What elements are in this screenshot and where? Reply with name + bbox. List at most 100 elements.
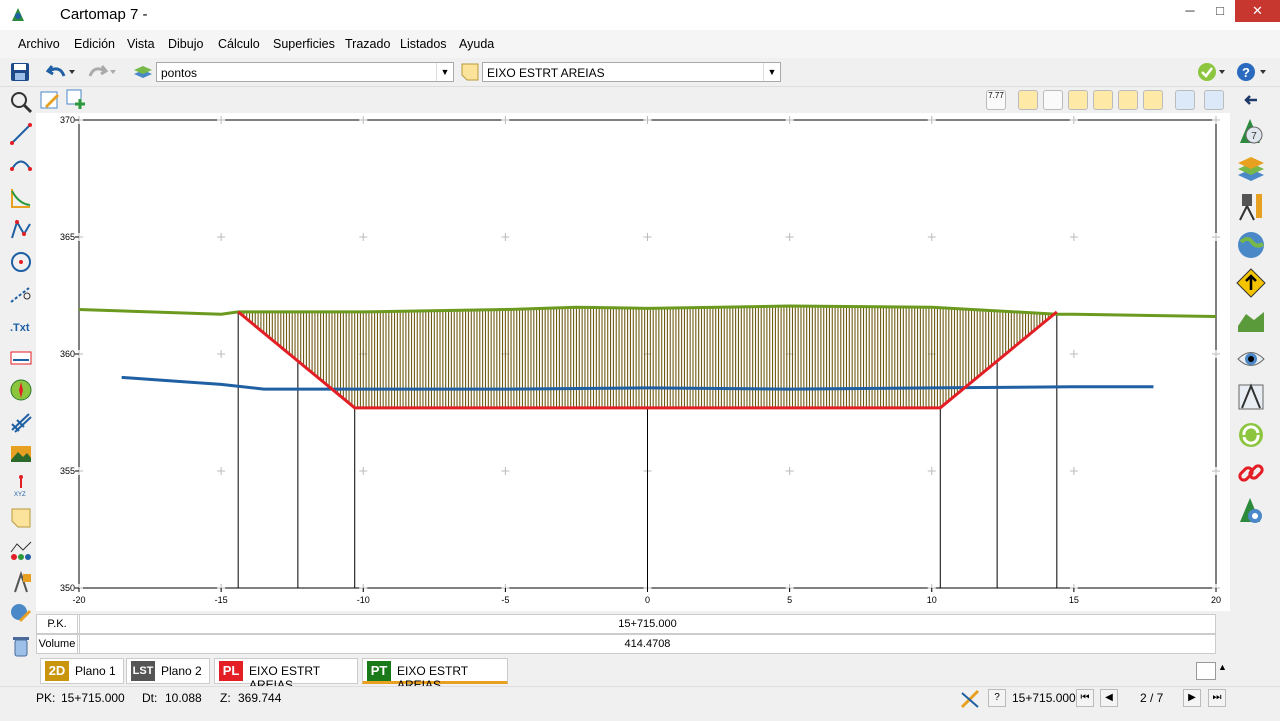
prev-page-icon[interactable]: ◀	[1100, 689, 1118, 707]
snap-end-icon[interactable]	[1068, 90, 1088, 110]
window-restore-icon[interactable]	[1196, 662, 1216, 680]
chart-canvas[interactable]: -20 -15 -10 -5 0 5 10 15 20 370 365 360 355 350	[36, 113, 1230, 611]
menu-superficies[interactable]: Superficies	[273, 37, 335, 51]
snap-percent-icon[interactable]	[1143, 90, 1163, 110]
layers-stack-icon[interactable]	[1236, 155, 1266, 185]
menu-calculo[interactable]: Cálculo	[218, 37, 260, 51]
grid-cross	[1069, 350, 1078, 358]
x-tick-label: 20	[1211, 595, 1221, 605]
close-button[interactable]: ✕	[1235, 0, 1280, 22]
last-page-icon[interactable]: ⏭	[1208, 689, 1226, 707]
refresh-icon[interactable]	[1236, 420, 1266, 450]
menu-ayuda[interactable]: Ayuda	[459, 37, 494, 51]
survey-tool-icon[interactable]	[9, 570, 33, 594]
save-icon[interactable]	[10, 62, 30, 82]
status-z-label: Z:	[220, 691, 231, 705]
minimize-button[interactable]: ─	[1175, 0, 1205, 22]
menu-listados[interactable]: Listados	[400, 37, 447, 51]
next-page-icon[interactable]: ▶	[1183, 689, 1201, 707]
snap-intersection-icon[interactable]	[1093, 90, 1113, 110]
grid-tool-icon[interactable]	[9, 410, 33, 434]
snap-midpoint-icon[interactable]	[1118, 90, 1138, 110]
settings-gear-icon[interactable]	[1236, 496, 1266, 526]
drafting-icon[interactable]	[1236, 382, 1266, 412]
add-section-icon[interactable]	[66, 89, 88, 111]
snap-point-icon[interactable]	[1018, 90, 1038, 110]
alignment-select[interactable]: EIXO ESTRT AREIAS ▼	[482, 62, 781, 82]
grid-cross	[927, 233, 936, 241]
y-tick-label: 350	[60, 583, 75, 593]
snap-node-icon[interactable]	[1043, 90, 1063, 110]
page-indicator: 2 / 7	[1140, 691, 1164, 705]
menu-trazado[interactable]: Trazado	[345, 37, 390, 51]
total-station-icon[interactable]	[1236, 192, 1266, 222]
maximize-button[interactable]: □	[1205, 0, 1235, 22]
globe-pencil-icon[interactable]	[9, 602, 33, 626]
label-tool-icon[interactable]	[9, 346, 33, 370]
circle-tool-icon[interactable]	[9, 250, 33, 274]
undo-icon[interactable]	[46, 62, 76, 82]
zoom-icon[interactable]	[9, 90, 33, 114]
menu-dibujo[interactable]: Dibujo	[168, 37, 203, 51]
trash-icon[interactable]	[9, 634, 33, 658]
check-icon[interactable]	[1197, 62, 1227, 82]
status-dt-value: 10.088	[165, 691, 202, 705]
scale-label: 7.77	[986, 90, 1006, 110]
tabs-scroll-up-icon[interactable]: ▲	[1218, 662, 1227, 672]
back-arrow-icon[interactable]	[1243, 92, 1259, 108]
grid-cross	[501, 233, 510, 241]
tab-plan-eixo[interactable]: PL EIXO ESTRT AREIAS	[214, 658, 358, 692]
window-layout-icon[interactable]	[1204, 90, 1224, 110]
cartomap-logo-icon[interactable]: 7	[1236, 117, 1266, 147]
water-line	[121, 375, 1154, 391]
polyline-tool-icon[interactable]	[9, 218, 33, 242]
pencil-ruler-icon[interactable]	[960, 689, 982, 709]
app-icon	[12, 8, 24, 21]
grid-cross	[359, 116, 368, 124]
scale-button[interactable]: 7.77	[986, 90, 1006, 110]
line-tool-icon[interactable]	[9, 122, 33, 146]
layer-select[interactable]: pontos ▼	[156, 62, 454, 82]
compass-icon[interactable]	[9, 378, 33, 402]
grid-cross	[1069, 116, 1078, 124]
edit-section-icon[interactable]	[40, 89, 62, 111]
cross-section-chart[interactable]: -20 -15 -10 -5 0 5 10 15 20 370 365 360 355 350	[36, 113, 1230, 611]
svg-text:7: 7	[1251, 131, 1257, 142]
grid-cross	[643, 116, 652, 124]
note-icon	[461, 63, 479, 81]
pk-row: P.K. 15+715.000	[36, 614, 1216, 634]
curve-tool-icon[interactable]	[9, 186, 33, 210]
dimension-tool-icon[interactable]	[9, 282, 33, 306]
grid-cross	[1212, 467, 1220, 475]
menu-vista[interactable]: Vista	[127, 37, 155, 51]
grid-cross	[217, 116, 226, 124]
profile-tool-icon[interactable]	[9, 538, 33, 562]
xyz-point-icon[interactable]: XYZ	[9, 474, 33, 498]
menu-edicion[interactable]: Edición	[74, 37, 115, 51]
eye-icon[interactable]	[1236, 344, 1266, 374]
help-icon[interactable]: ?	[1236, 62, 1270, 82]
pk-value: 15+715.000	[79, 615, 1215, 633]
grid-cross	[217, 350, 226, 358]
chevron-down-icon: ▼	[436, 63, 453, 81]
text-tool-icon[interactable]: .Txt	[9, 314, 33, 338]
menu-archivo[interactable]: Archivo	[18, 37, 60, 51]
link-icon[interactable]	[1236, 458, 1266, 488]
redo-icon[interactable]	[84, 62, 118, 82]
tab-plano-1[interactable]: 2D Plano 1	[40, 658, 124, 684]
road-sign-icon[interactable]	[1236, 268, 1266, 298]
terrain-icon[interactable]	[1236, 306, 1266, 336]
arc-tool-icon[interactable]	[9, 154, 33, 178]
first-page-icon[interactable]: ⏮	[1076, 689, 1094, 707]
grid-cross	[217, 467, 226, 475]
image-icon[interactable]	[9, 442, 33, 466]
volume-row: Volume 414.4708	[36, 634, 1216, 654]
tab-plano-2[interactable]: LST Plano 2	[126, 658, 210, 684]
y-tick-label: 370	[60, 115, 75, 125]
grid-cross	[359, 233, 368, 241]
help-button[interactable]: ?	[988, 689, 1006, 707]
tab-profile-eixo[interactable]: PT EIXO ESTRT AREIAS	[362, 658, 508, 692]
note-tool-icon[interactable]	[9, 506, 33, 530]
settings-icon[interactable]	[1175, 90, 1195, 110]
globe-icon[interactable]	[1236, 230, 1266, 260]
